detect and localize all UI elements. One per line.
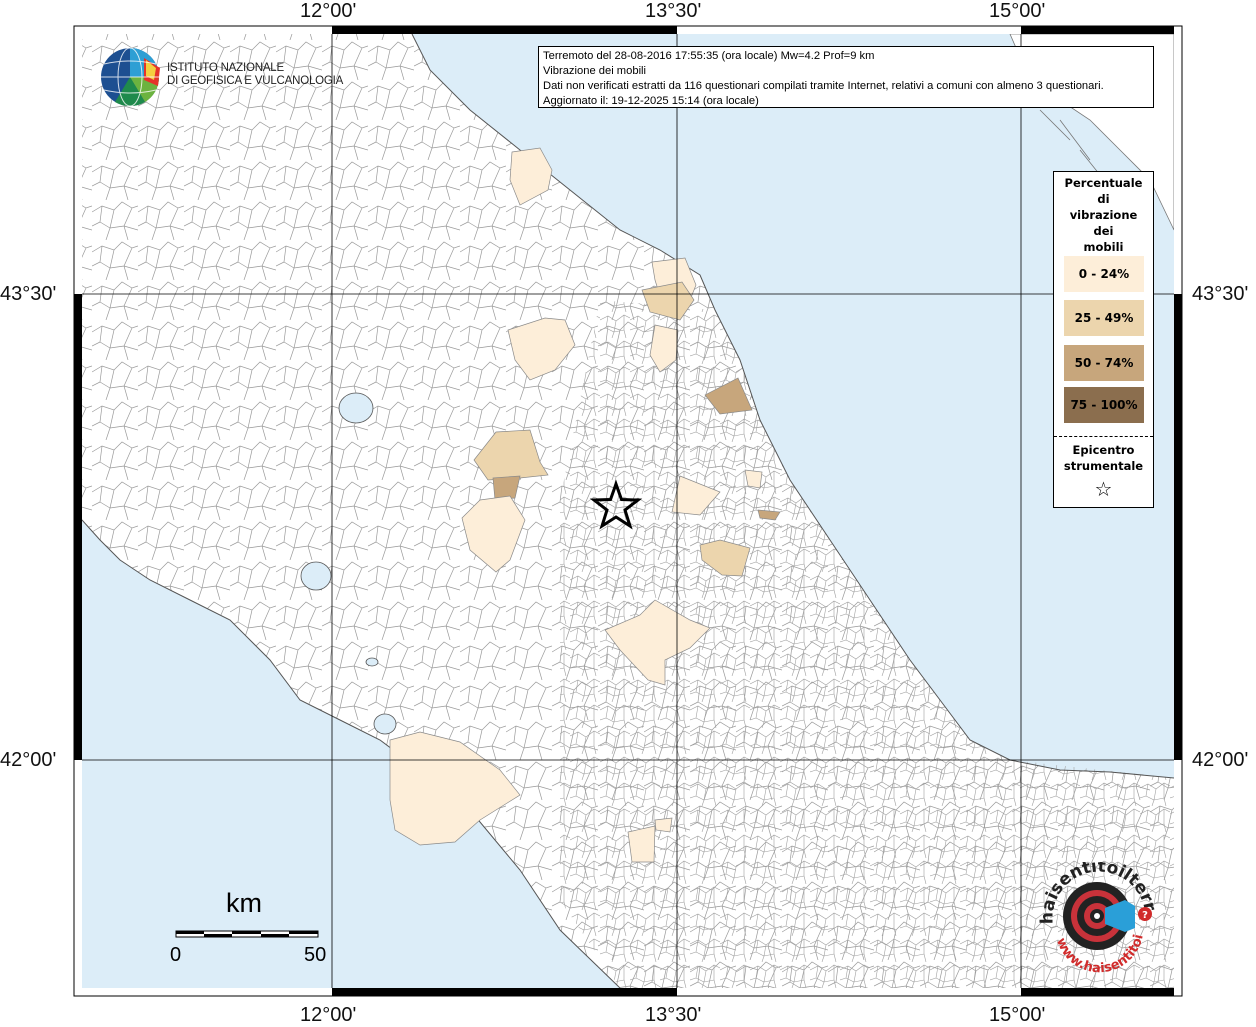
coord-right-42: 42°00' <box>1192 749 1249 771</box>
legend: Percentuale di vibrazione dei mobili 0 -… <box>1053 171 1154 508</box>
coord-left-42: 42°00' <box>0 749 57 771</box>
ingv-globe-icon <box>101 47 160 107</box>
info-line-data-source: Dati non verificati estratti da 116 ques… <box>543 80 1104 92</box>
legend-title-line: dei <box>1093 224 1114 238</box>
legend-title-line: mobili <box>1083 240 1124 254</box>
legend-class-25-49: 25 - 49% <box>1064 300 1144 336</box>
coord-top-12: 12°00' <box>300 0 357 22</box>
scale-unit: km <box>226 888 262 918</box>
institute-name-line2: DI GEOFISICA E VULCANOLOGIA <box>167 75 344 87</box>
legend-class-75-100: 75 - 100% <box>1064 387 1144 423</box>
info-line-parameter: Vibrazione dei mobili <box>543 65 647 77</box>
scale-min: 0 <box>170 944 182 966</box>
legend-epicenter-line: Epicentro <box>1072 443 1135 457</box>
institute-name-line1: ISTITUTO NAZIONALE <box>167 62 284 74</box>
earthquake-info-box: Terremoto del 28-08-2016 17:55:35 (ora l… <box>538 46 1154 108</box>
info-line-updated: Aggiornato il: 19-12-2025 15:14 (ora loc… <box>543 95 759 107</box>
legend-divider <box>1054 436 1153 437</box>
coord-right-43-30: 43°30' <box>1192 283 1249 305</box>
legend-title-line: di <box>1097 192 1110 206</box>
haisentito-logo-icon: haisentitoilterremoto.it www.haisentitoi… <box>1035 862 1160 976</box>
institute-name: ISTITUTO NAZIONALE DI GEOFISICA E VULCAN… <box>167 62 343 88</box>
legend-title-line: Percentuale <box>1064 176 1143 190</box>
coord-left-43-30: 43°30' <box>0 283 57 305</box>
coord-top-15: 15°00' <box>989 0 1046 22</box>
coord-top-13-30: 13°30' <box>645 0 702 22</box>
info-line-event: Terremoto del 28-08-2016 17:55:35 (ora l… <box>543 50 875 62</box>
legend-epicenter-line: strumentale <box>1063 459 1144 473</box>
legend-title: Percentuale di vibrazione dei mobili <box>1054 172 1153 255</box>
legend-class-0-24: 0 - 24% <box>1064 256 1144 292</box>
legend-class-50-74: 50 - 74% <box>1064 345 1144 381</box>
legend-title-line: vibrazione <box>1069 208 1138 222</box>
legend-epicenter-label: Epicentro strumentale <box>1054 442 1153 474</box>
scale-bar <box>175 930 319 938</box>
svg-text:?: ? <box>1142 910 1148 921</box>
star-icon: ☆ <box>1094 477 1113 501</box>
scale-max: 50 <box>304 944 327 966</box>
